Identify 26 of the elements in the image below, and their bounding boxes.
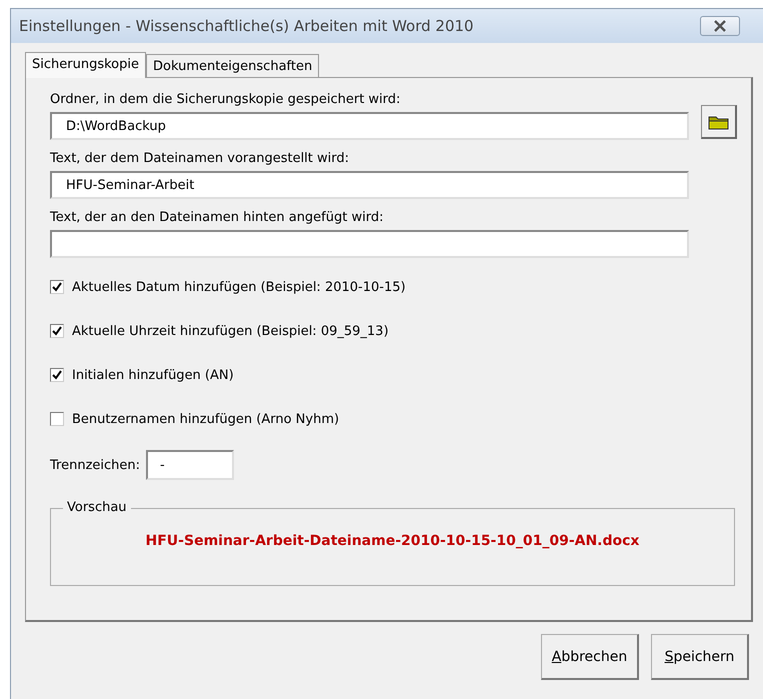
preview-text: HFU-Seminar-Arbeit-Dateiname-2010-10-15-10_01_09-AN.docx (146, 533, 640, 551)
folder-icon (708, 114, 730, 130)
input-field[interactable] (50, 230, 689, 258)
checkbox[interactable] (50, 280, 64, 294)
input-field[interactable]: D:\WordBackup (50, 112, 689, 140)
checkbox[interactable] (50, 412, 64, 426)
tab[interactable]: Sicherungskopie (25, 52, 146, 78)
dialog-button[interactable]: Abbrechen (541, 634, 639, 680)
checkbox-label: Benutzernamen hinzufügen (Arno Nyhm) (72, 412, 340, 426)
checkbox-label: Aktuelle Uhrzeit hinzufügen (Beispiel: 09_59_13) (72, 324, 389, 338)
browse-button[interactable] (701, 105, 737, 139)
checkbox-label: Initialen hinzufügen (AN) (72, 368, 234, 382)
input-field[interactable]: HFU-Seminar-Arbeit (50, 171, 689, 199)
checkbox[interactable] (50, 324, 64, 338)
field-label: Trennzeichen: (50, 458, 140, 472)
checkbox-label: Aktuelles Datum hinzufügen (Beispiel: 2010-10-15) (72, 280, 406, 294)
input-field[interactable]: - (146, 450, 234, 480)
dialog-button[interactable]: Speichern (651, 634, 749, 680)
field-label: Text, der dem Dateinamen vorangestellt wird: (50, 151, 350, 166)
checkbox[interactable] (50, 368, 64, 382)
tab[interactable]: Dokumenteigenschaften (146, 54, 320, 77)
field-label: Text, der an den Dateinamen hinten angefügt wird: (50, 210, 384, 225)
field-label: Ordner, in dem die Sicherungskopie gespeichert wird: (50, 92, 402, 107)
window-title: Einstellungen - Wissenschaftliche(s) Arbeiten mit Word 2010 (19, 17, 475, 35)
close-icon (712, 20, 728, 32)
close-button[interactable] (700, 16, 740, 36)
